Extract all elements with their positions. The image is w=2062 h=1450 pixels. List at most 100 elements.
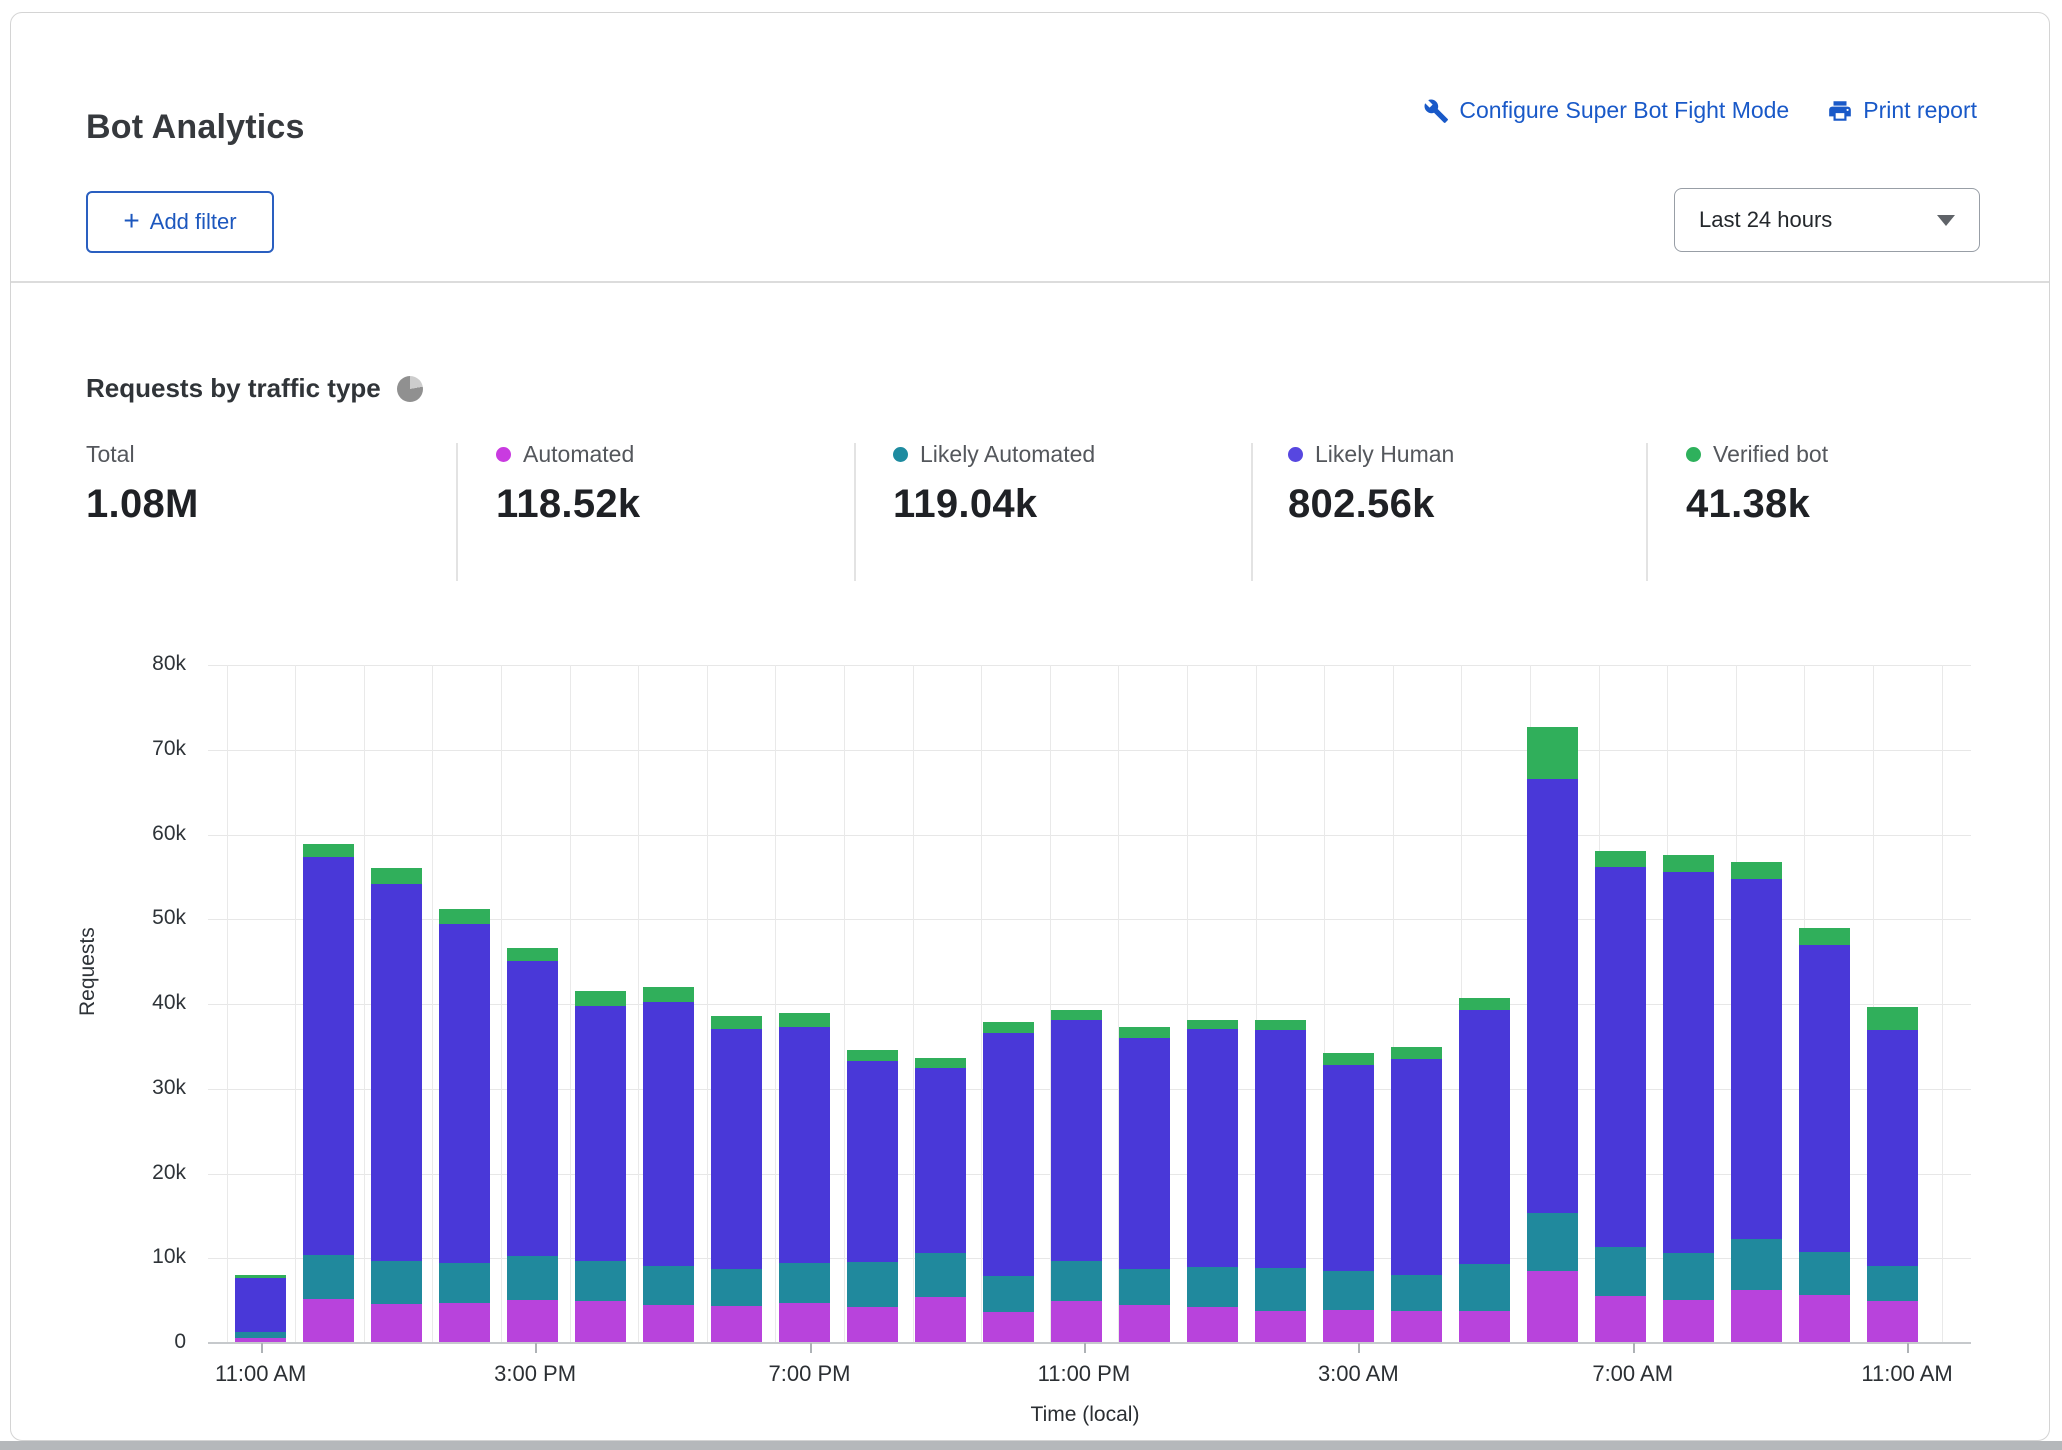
bar-10-00-am[interactable]: [1799, 927, 1850, 1343]
bar-segment-verified_bot: [711, 1015, 762, 1030]
configure-super-bot-fight-mode-link[interactable]: Configure Super Bot Fight Mode: [1423, 97, 1789, 124]
stat-automated[interactable]: Automated 118.52k: [496, 441, 640, 527]
bar-segment-automated: [1051, 1300, 1102, 1343]
bar-11-00-am[interactable]: [235, 1275, 286, 1343]
time-range-value: Last 24 hours: [1699, 207, 1833, 232]
bar-segment-likely_human: [1051, 1020, 1102, 1261]
bar-segment-likely_human: [371, 883, 422, 1261]
legend-dot: [1288, 447, 1303, 462]
bar-segment-verified_bot: [439, 909, 490, 924]
bar-segment-automated: [1527, 1270, 1578, 1343]
bar-9-00-pm[interactable]: [915, 1058, 966, 1343]
header-divider: [11, 281, 2049, 283]
y-tick-label: 50k: [152, 906, 186, 930]
stat-divider: [1251, 443, 1253, 581]
legend-dot: [496, 447, 511, 462]
bar-8-00-pm[interactable]: [847, 1049, 898, 1343]
bar-segment-likely_automated: [1731, 1238, 1782, 1290]
bar-segment-verified_bot: [1799, 927, 1850, 945]
bar-segment-verified_bot: [847, 1049, 898, 1061]
bar-segment-automated: [303, 1298, 354, 1343]
x-axis-labels: 11:00 AM 3:00 PM 7:00 PM 11:00 PM 3:00 AM 7:0…: [215, 1361, 1953, 1391]
stats-row: Total 1.08M Automated 118.52k Likely Automat…: [11, 441, 2051, 586]
y-tick-label: 10k: [152, 1245, 186, 1269]
stat-verified-bot[interactable]: Verified bot 41.38k: [1686, 441, 1828, 527]
bar-6-00-pm[interactable]: [711, 1015, 762, 1343]
print-link-label: Print report: [1863, 97, 1977, 123]
bar-segment-likely_human: [643, 1002, 694, 1266]
bar-11-00-am[interactable]: [1867, 1007, 1918, 1343]
bar-segment-likely_human: [1119, 1037, 1170, 1270]
bar-segment-likely_automated: [1255, 1267, 1306, 1311]
bar-segment-likely_automated: [643, 1265, 694, 1305]
bar-11-00-pm[interactable]: [1051, 1009, 1102, 1343]
bar-segment-verified_bot: [1459, 998, 1510, 1010]
v-gridline: [1941, 665, 1943, 1343]
y-tick-label: 80k: [152, 652, 186, 675]
bar-segment-likely_automated: [439, 1263, 490, 1304]
bar-4-00-pm[interactable]: [575, 991, 626, 1343]
bar-segment-likely_human: [439, 923, 490, 1264]
bar-segment-likely_automated: [779, 1263, 830, 1304]
add-filter-label: Add filter: [149, 209, 237, 234]
x-tick: [1632, 1343, 1635, 1353]
bar-6-00-am[interactable]: [1527, 726, 1578, 1343]
bar-segment-likely_human: [1391, 1059, 1442, 1276]
bar-7-00-pm[interactable]: [779, 1013, 830, 1343]
page-title: Bot Analytics: [86, 107, 305, 146]
bar-segment-likely_automated: [1119, 1269, 1170, 1305]
bar-5-00-am[interactable]: [1459, 998, 1510, 1343]
bar-3-00-am[interactable]: [1323, 1053, 1374, 1343]
bar-segment-likely_automated: [983, 1276, 1034, 1312]
bar-5-00-pm[interactable]: [643, 987, 694, 1343]
stat-label: Total: [86, 441, 135, 467]
bar-2-00-am[interactable]: [1255, 1020, 1306, 1343]
bar-segment-likely_human: [779, 1026, 830, 1264]
bot-analytics-page: Bot Analytics Configure Super Bot Fight …: [0, 0, 2062, 1450]
bar-segment-verified_bot: [371, 868, 422, 884]
bar-segment-verified_bot: [1731, 862, 1782, 880]
bar-7-00-am[interactable]: [1595, 850, 1646, 1343]
configure-link-label: Configure Super Bot Fight Mode: [1459, 97, 1790, 123]
add-filter-button[interactable]: + Add filter: [86, 191, 274, 253]
bar-segment-verified_bot: [1187, 1020, 1238, 1030]
bar-segment-verified_bot: [643, 987, 694, 1003]
bar-9-00-am[interactable]: [1731, 862, 1782, 1343]
bar-3-00-pm[interactable]: [507, 948, 558, 1343]
stat-likely-automated[interactable]: Likely Automated 119.04k: [893, 441, 1095, 527]
bar-12-00-pm[interactable]: [303, 843, 354, 1343]
bar-segment-likely_automated: [847, 1261, 898, 1307]
v-gridline: [226, 665, 228, 1343]
time-range-select[interactable]: Last 24 hours: [1674, 188, 1980, 252]
bar-1-00-am[interactable]: [1187, 1020, 1238, 1343]
x-tick: [260, 1343, 263, 1353]
bar-8-00-am[interactable]: [1663, 854, 1714, 1343]
bar-segment-verified_bot: [1867, 1007, 1918, 1031]
x-tick: [1358, 1343, 1361, 1353]
stat-label: Likely Human: [1315, 441, 1455, 467]
bar-1-00-pm[interactable]: [371, 868, 422, 1343]
bar-segment-automated: [1255, 1310, 1306, 1343]
bar-segment-likely_automated: [1187, 1266, 1238, 1308]
bar-segment-likely_human: [303, 856, 354, 1255]
bar-12-00-am[interactable]: [1119, 1026, 1170, 1343]
bar-segment-automated: [915, 1297, 966, 1343]
bar-segment-automated: [1323, 1309, 1374, 1343]
stat-value: 41.38k: [1686, 482, 1811, 526]
chart-bars: [235, 665, 1935, 1343]
bar-10-00-pm[interactable]: [983, 1021, 1034, 1343]
bot-analytics-card: Bot Analytics Configure Super Bot Fight …: [10, 12, 2050, 1441]
stat-label: Automated: [523, 441, 635, 467]
x-tick: [1907, 1343, 1910, 1353]
stat-likely-human[interactable]: Likely Human 802.56k: [1288, 441, 1454, 527]
print-report-link[interactable]: Print report: [1827, 97, 1977, 124]
stat-label: Verified bot: [1713, 441, 1829, 467]
chart-plot-area: [208, 665, 1971, 1353]
bar-2-00-pm[interactable]: [439, 909, 490, 1343]
bar-segment-automated: [847, 1306, 898, 1343]
header-links: Configure Super Bot Fight Mode Print rep…: [1423, 97, 1977, 124]
bar-segment-likely_automated: [1799, 1252, 1850, 1295]
bar-segment-automated: [983, 1311, 1034, 1343]
bar-segment-likely_human: [1459, 1009, 1510, 1265]
bar-4-00-am[interactable]: [1391, 1047, 1442, 1343]
